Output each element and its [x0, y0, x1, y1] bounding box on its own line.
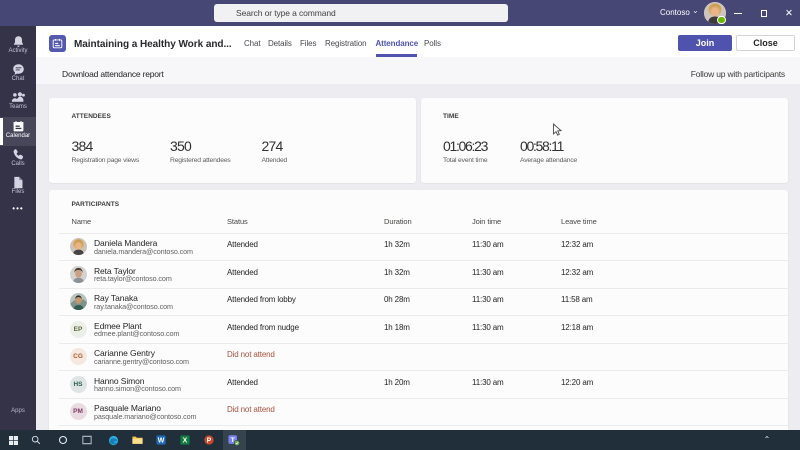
- svg-text:X: X: [183, 438, 188, 445]
- svg-text:P: P: [207, 438, 212, 445]
- svg-text:W: W: [158, 438, 165, 445]
